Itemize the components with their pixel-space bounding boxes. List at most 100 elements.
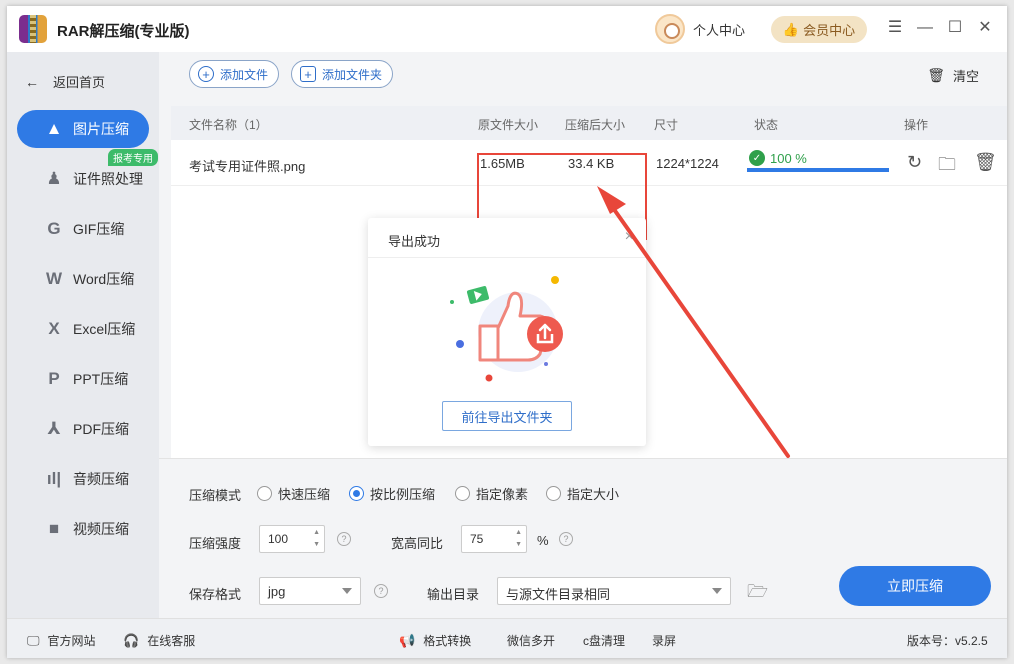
refresh-icon[interactable]: ↻	[907, 152, 922, 173]
back-home-button[interactable]: ← 返回首页	[25, 72, 105, 91]
gif-icon: G	[47, 219, 61, 238]
wechat-label: 微信多开	[507, 634, 556, 648]
version-text: 版本号：v5.2.5	[907, 634, 988, 648]
format-label: 保存格式	[189, 587, 242, 602]
chevron-down-icon	[712, 588, 722, 594]
folder-icon[interactable]: 🗀	[938, 152, 956, 182]
strength-label: 压缩强度	[189, 536, 242, 551]
go-to-export-folder-button[interactable]: 前往导出文件夹	[442, 401, 572, 431]
support-link[interactable]: 🎧 在线客服	[123, 632, 195, 649]
output-select[interactable]: 与源文件目录相同	[497, 577, 731, 605]
headset-icon: 🎧	[123, 632, 140, 648]
word-icon: W	[45, 269, 63, 288]
status-label: 100 %	[770, 150, 807, 166]
stepper-down-icon[interactable]: ▼	[515, 541, 522, 548]
add-file-button[interactable]: + 添加文件	[189, 60, 280, 88]
delete-icon[interactable]: 🗑	[974, 152, 997, 173]
sidebar-item-excel[interactable]: X Excel压缩	[17, 310, 149, 348]
radio-label: 指定大小	[567, 487, 620, 502]
open-folder-icon[interactable]: 🗁	[747, 579, 768, 608]
compress-now-button[interactable]: 立即压缩	[839, 566, 991, 606]
dimensions: 1224*1224	[656, 156, 719, 171]
vip-center-button[interactable]: 👍 会员中心	[771, 16, 867, 43]
strength-stepper[interactable]: 100 ▲ ▼	[259, 525, 325, 553]
sidebar-item-label: PDF压缩	[73, 421, 129, 437]
monitor-icon: 🖵	[27, 632, 40, 648]
minimize-icon[interactable]: —	[915, 18, 935, 38]
radio-label: 指定像素	[476, 487, 529, 502]
sidebar-item-video[interactable]: ■ 视频压缩	[17, 510, 149, 548]
sidebar-item-label: GIF压缩	[73, 221, 125, 237]
wechat-link[interactable]: 微信多开	[507, 632, 555, 649]
close-icon[interactable]: ✕	[975, 18, 995, 38]
stepper-down-icon[interactable]: ▼	[313, 541, 320, 548]
sidebar-item-label: Excel压缩	[73, 321, 136, 337]
output-value: 与源文件目录相同	[506, 587, 611, 602]
ratio-value: 75	[470, 532, 484, 546]
vip-center-label: 会员中心	[803, 23, 856, 38]
ratio-label: 宽高同比	[391, 536, 444, 551]
header-status: 状态	[754, 118, 779, 132]
thumbs-up-icon: 👍	[782, 21, 800, 37]
megaphone-icon: 📢	[399, 632, 416, 648]
stepper-up-icon[interactable]: ▲	[515, 529, 522, 536]
sidebar-item-gif[interactable]: G GIF压缩	[17, 210, 149, 248]
help-icon[interactable]: ?	[374, 584, 388, 598]
progress-fill	[747, 168, 889, 172]
radio-dot	[546, 486, 561, 501]
disk-clean-link[interactable]: c盘清理	[583, 632, 625, 649]
radio-pixel[interactable]: 指定像素	[455, 484, 528, 503]
sidebar-item-id-photo[interactable]: ♟ 证件照处理	[17, 160, 149, 198]
record-label: 录屏	[652, 634, 677, 648]
add-folder-label: 添加文件夹	[322, 67, 383, 82]
sidebar-item-label: 音频压缩	[73, 471, 129, 487]
format-select[interactable]: jpg	[259, 577, 361, 605]
help-icon[interactable]: ?	[559, 532, 573, 546]
title-bar: RAR解压缩(专业版) 个人中心 👍 会员中心 ☰ — ☐ ✕	[7, 6, 1007, 52]
user-center-button[interactable]: 个人中心	[655, 14, 745, 44]
stepper-up-icon[interactable]: ▲	[313, 529, 320, 536]
sidebar-item-label: 证件照处理	[73, 171, 143, 187]
radio-dot	[349, 486, 364, 501]
add-file-label: 添加文件	[220, 67, 269, 82]
sidebar-item-audio[interactable]: ıl| 音频压缩	[17, 460, 149, 498]
radio-label: 按比例压缩	[370, 487, 436, 502]
radio-dot	[257, 486, 272, 501]
radio-fast[interactable]: 快速压缩	[257, 484, 330, 503]
sidebar-item-word[interactable]: W Word压缩	[17, 260, 149, 298]
website-link[interactable]: 🖵 官方网站	[27, 632, 96, 649]
header-actions: 操作	[904, 118, 929, 132]
ratio-unit: %	[537, 533, 549, 548]
chevron-down-icon	[342, 588, 352, 594]
sidebar-item-image-compress[interactable]: ▲ 图片压缩	[17, 110, 149, 148]
help-icon[interactable]: ?	[337, 532, 351, 546]
app-title: RAR解压缩(专业版)	[57, 23, 190, 40]
format-convert-link[interactable]: 📢 格式转换	[399, 632, 471, 649]
trash-icon: 🗑	[927, 67, 945, 83]
record-link[interactable]: 录屏	[652, 632, 676, 649]
sidebar-item-label: Word压缩	[73, 271, 135, 287]
image-icon: ▲	[45, 119, 63, 138]
sidebar-item-pdf[interactable]: ⅄ PDF压缩	[17, 410, 149, 448]
header-original-size: 原文件大小	[478, 118, 539, 132]
radio-label: 快速压缩	[278, 487, 331, 502]
close-icon[interactable]: ×	[625, 228, 634, 246]
disk-clean-label: c盘清理	[583, 634, 626, 648]
menu-icon[interactable]: ☰	[885, 18, 905, 38]
video-icon: ■	[48, 519, 60, 538]
add-folder-button[interactable]: + 添加文件夹	[291, 60, 394, 88]
back-home-label: 返回首页	[53, 75, 106, 90]
ratio-stepper[interactable]: 75 ▲ ▼	[461, 525, 527, 553]
sidebar-item-label: PPT压缩	[73, 371, 129, 387]
clear-button[interactable]: 🗑 清空	[927, 66, 979, 85]
maximize-icon[interactable]: ☐	[945, 18, 965, 38]
header-name: 文件名称（1）	[189, 118, 268, 132]
radio-ratio[interactable]: 按比例压缩	[349, 484, 435, 503]
ppt-icon: P	[48, 369, 60, 388]
add-folder-icon: +	[300, 66, 316, 82]
status-badge: ✓ 100 %	[749, 150, 807, 166]
table-header: 文件名称（1） 原文件大小 压缩后大小 尺寸 状态 操作	[171, 106, 1007, 140]
sidebar-item-ppt[interactable]: P PPT压缩	[17, 360, 149, 398]
user-center-label: 个人中心	[693, 22, 746, 38]
radio-size[interactable]: 指定大小	[546, 484, 619, 503]
